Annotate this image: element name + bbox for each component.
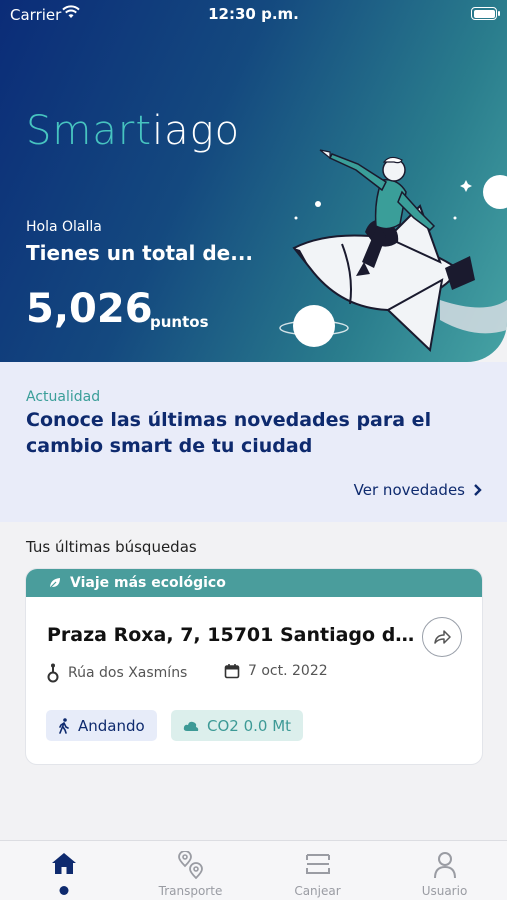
walking-icon [59,717,69,734]
cloud-icon [183,721,199,731]
location-pins-icon [177,851,203,879]
active-tab-indicator [59,886,68,895]
share-button[interactable] [422,617,462,657]
points-intro: Tienes un total de... [26,241,254,265]
tab-transporte-label: Transporte [158,884,223,898]
share-icon [434,630,451,644]
see-news-label: Ver novedades [353,481,465,499]
calendar-icon [224,664,240,679]
trip-origin: Rúa dos Xasmíns [46,663,187,683]
user-icon [433,852,456,879]
eco-trip-header: Viaje más ecológico [26,569,482,597]
see-news-link[interactable]: Ver novedades [354,481,483,499]
hero-banner: Carrier 12:30 p.m. Smartiago Hola Olalla… [0,0,507,362]
tab-canjear[interactable]: Canjear [254,841,381,900]
status-bar: Carrier 12:30 p.m. [0,0,507,28]
leaf-icon [49,578,60,589]
co2-chip: CO2 0.0 Mt [171,710,304,741]
transport-mode-chip: Andando [46,710,157,741]
points-unit: puntos [150,313,209,331]
clock: 12:30 p.m. [208,5,299,23]
recent-searches-title: Tus últimas búsquedas [26,538,197,556]
home-icon [51,853,76,874]
battery-icon [471,7,500,20]
trip-origin-label: Rúa dos Xasmíns [68,665,188,681]
eco-trip-label: Viaje más ecológico [70,575,226,591]
points-value: 5,026 [26,286,153,332]
app-logo: Smartiago [26,108,240,154]
logo-text-iago: iago [152,108,241,154]
co2-label: CO2 0.0 Mt [207,716,292,735]
tab-transporte[interactable]: Transporte [127,841,254,900]
greeting: Hola Olalla [26,219,102,235]
tab-canjear-label: Canjear [294,884,341,898]
rocket-rider-illustration [279,149,507,353]
chevron-right-icon [474,484,482,496]
tab-usuario-label: Usuario [421,884,468,898]
tab-usuario[interactable]: Usuario [381,841,507,900]
recent-trip-card[interactable]: Viaje más ecológico Praza Roxa, 7, 15701… [25,568,483,765]
origin-pin-icon [47,663,59,683]
redeem-icon [305,854,330,874]
trip-destination: Praza Roxa, 7, 15701 Santiago de Compost… [47,624,417,646]
transport-mode-label: Andando [78,716,145,735]
trip-date: 7 oct. 2022 [224,663,328,679]
news-banner[interactable]: Actualidad Conoce las últimas novedades … [0,362,507,522]
tab-bar: Transporte Canjear Usuario [0,840,507,900]
news-category: Actualidad [26,389,101,405]
logo-text-smart: Smart [26,108,152,154]
tab-home[interactable] [0,841,127,900]
news-headline: Conoce las últimas novedades para el cam… [26,409,432,457]
trip-date-label: 7 oct. 2022 [248,663,328,679]
